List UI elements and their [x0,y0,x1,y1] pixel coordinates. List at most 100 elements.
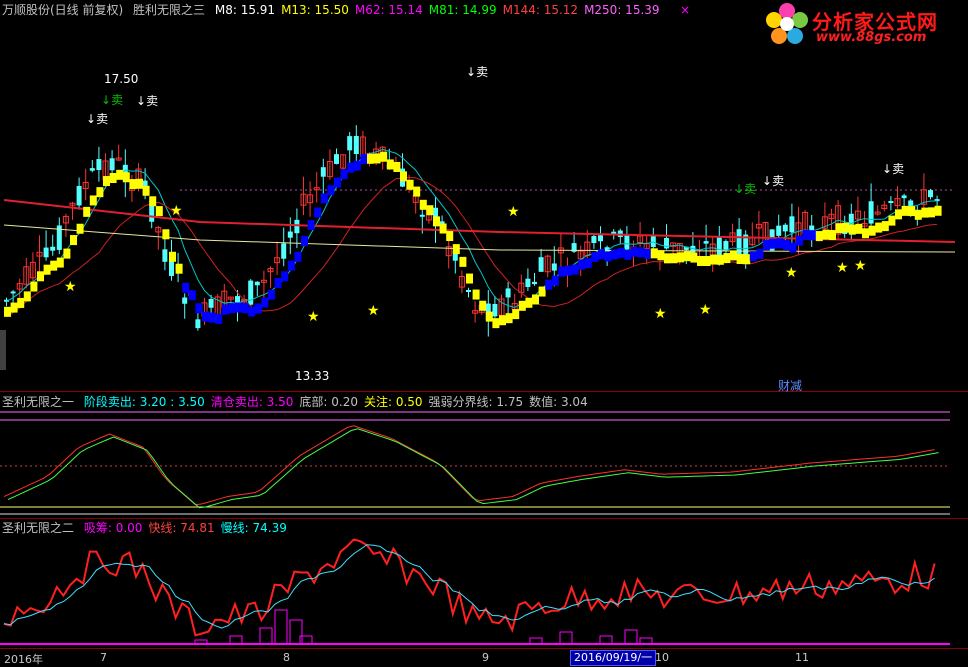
ma-line [6,176,938,318]
stair-block [56,257,64,268]
candle-body [419,214,425,217]
stair-block [763,240,770,251]
stair-block [789,242,797,253]
stair-block [248,306,256,317]
stair-block [881,221,889,232]
stair-block [558,266,566,277]
stair-block [281,271,289,282]
stair-block [70,235,77,246]
candle-body [208,299,214,308]
candle-body [782,224,788,232]
stair-block [479,300,487,311]
candle-body [901,195,907,199]
stair-block [215,313,223,324]
candle-body [928,190,933,198]
accumulation-bar [624,629,638,645]
stair-block [393,161,401,172]
stair-block [4,306,11,317]
stair-block [17,297,25,308]
stair-block [934,205,942,216]
cursor-date-box: 2016/09/19/一 [570,650,657,666]
stair-block [307,220,315,231]
sell-signal: ↓卖 [734,182,757,196]
scroll-handle [0,330,6,370]
ma-line [6,148,938,309]
candle-body [611,231,617,234]
low-price-label: 13.33 [295,369,330,383]
stair-block [294,251,302,262]
stair-block [690,252,698,263]
stair-block [459,256,467,267]
stair-block [525,297,533,308]
stair-block [584,258,592,269]
stair-block [287,260,295,271]
stair-block [254,303,262,314]
candle-body [776,225,782,236]
stair-block [571,264,579,275]
stair-block [43,264,51,275]
stair-block [96,187,104,198]
legend-item: 数值: 3.04 [529,395,588,409]
stair-block [89,195,97,206]
stair-block [710,254,718,265]
stair-block [565,265,572,276]
stair-block [155,206,163,217]
stair-block [426,205,434,216]
axis-label-year: 2016年 [4,653,43,666]
stair-block [274,277,282,288]
stair-block [756,249,764,260]
stair-block [452,244,460,255]
legend-item: 底部: 0.20 [299,395,358,409]
legend-item: 强弱分界线: 1.75 [428,395,524,409]
candle-body [505,288,511,298]
stair-block [611,249,619,260]
stair-block [208,312,216,323]
buy-star-icon: ★ [507,204,520,220]
stair-block [268,289,275,300]
legend-item: 阶段卖出: 3.20 : 3.50 [83,395,205,409]
stair-block [895,209,902,220]
candle-body [334,154,339,164]
buy-star-icon: ★ [307,309,320,325]
stair-block [802,229,810,240]
stair-block [730,250,737,261]
pane2-title: 圣利无限之一 [2,395,75,409]
candle-body [466,289,471,292]
candle-body [10,291,16,294]
stair-block [347,162,355,173]
stair-block [182,282,190,293]
stair-block [518,300,526,311]
candle-body [96,159,102,171]
stair-block [703,256,711,267]
stair-block [50,260,58,271]
candle-body [43,247,49,258]
legend-item: 快线: 74.81 [148,521,215,535]
stair-block [769,238,777,249]
accumulation-bar [229,635,243,645]
axis-label-month: 11 [795,651,809,664]
stair-block [63,248,71,259]
stair-block [875,222,883,233]
stair-block [862,228,869,239]
stair-block [578,259,586,270]
stair-block [149,196,157,207]
candle-body [532,281,537,285]
candle-body [50,246,56,251]
stair-block [162,229,170,240]
stair-block [103,176,110,187]
buy-star-icon: ★ [854,258,867,274]
candle-body [109,158,115,171]
finance-marker[interactable]: 财减 [778,377,802,394]
stair-block [360,154,368,165]
stair-block [175,263,183,274]
stair-block [723,253,731,264]
stair-block [142,185,150,196]
stair-block [380,151,388,162]
sell-signal: ↓卖 [466,65,489,79]
legend-item: 吸筹: 0.00 [83,521,143,535]
pane2-header: 圣利无限之一 阶段卖出: 3.20 : 3.50 清仓卖出: 3.50 底部: 0.… [2,395,600,409]
candle-body [789,216,795,233]
stair-block [353,160,361,171]
stair-block [30,281,38,292]
stair-block [386,159,394,170]
